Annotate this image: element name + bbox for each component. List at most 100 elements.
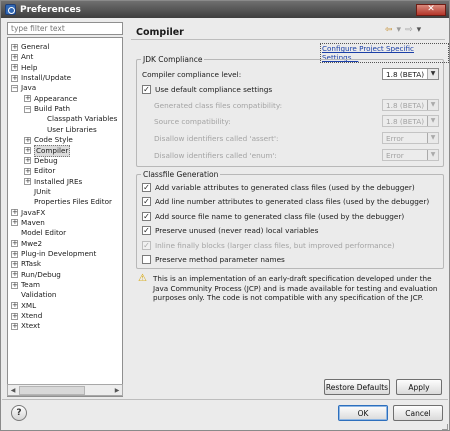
expand-toggle-icon[interactable]: + — [11, 302, 18, 310]
scroll-left-icon[interactable]: ◀ — [8, 386, 18, 395]
tree-item[interactable]: Classpath Variables — [37, 114, 117, 124]
tree-item[interactable]: + XML — [11, 301, 36, 311]
help-icon[interactable]: ? — [11, 405, 27, 421]
tree-item[interactable]: + Installed JREs — [24, 177, 82, 187]
expand-toggle-icon[interactable]: + — [24, 178, 31, 186]
source-compatibility-select: 1.8 (BETA) ▼ — [382, 115, 439, 127]
tree-item-label: Maven — [21, 217, 45, 227]
expand-toggle-icon[interactable]: + — [24, 136, 31, 144]
expand-toggle-icon[interactable]: + — [11, 53, 18, 61]
tree-item[interactable]: + RTask — [11, 259, 41, 269]
expand-toggle-icon[interactable]: + — [11, 322, 18, 330]
forward-arrow-icon[interactable]: ⇨ — [405, 25, 413, 35]
classfile-option-checkbox[interactable]: Add variable attributes to generated cla… — [142, 182, 415, 193]
expand-toggle-icon[interactable]: + — [11, 250, 18, 258]
tree-item[interactable]: − Build Path — [24, 104, 70, 114]
tree-item[interactable]: − Java — [11, 83, 36, 93]
tree-item-label: Run/Debug — [21, 269, 61, 279]
classfile-option-checkbox[interactable]: Add source file name to generated class … — [142, 211, 404, 222]
tree-item[interactable]: + Debug — [24, 156, 58, 166]
use-default-compliance-checkbox[interactable]: Use default compliance settings — [142, 84, 272, 95]
title-bar[interactable]: Preferences ✕ — [1, 1, 449, 18]
tree-item[interactable]: User Libraries — [37, 125, 97, 135]
tree-item[interactable]: + Maven — [11, 218, 45, 228]
checkbox-icon[interactable] — [142, 183, 151, 192]
restore-defaults-button[interactable]: Restore Defaults — [324, 379, 390, 395]
expand-toggle-icon[interactable]: + — [11, 281, 18, 289]
tree-item-label: Plug-in Development — [21, 249, 97, 258]
expand-toggle-icon[interactable]: + — [24, 95, 31, 103]
checkbox-icon[interactable] — [142, 226, 151, 236]
resize-grip-icon[interactable] — [442, 424, 448, 430]
preference-tree[interactable]: + General + Ant + Help + Install/Update − Java + Ap… — [7, 37, 123, 397]
expand-toggle-icon[interactable]: + — [11, 271, 18, 279]
apply-button[interactable]: Apply — [396, 379, 442, 395]
filter-input[interactable] — [7, 22, 123, 35]
tree-item[interactable]: + Team — [11, 280, 40, 290]
expand-toggle-icon[interactable]: + — [24, 147, 31, 154]
tree-item[interactable]: + Mwe2 — [11, 239, 42, 249]
collapse-toggle-icon[interactable]: − — [11, 84, 18, 92]
tree-item[interactable]: + JavaFX — [11, 208, 45, 218]
expand-toggle-icon[interactable]: + — [11, 240, 18, 248]
expand-toggle-icon[interactable]: + — [11, 74, 18, 82]
tree-item[interactable]: + Help — [11, 63, 37, 73]
checkbox-icon[interactable] — [142, 211, 151, 221]
tree-item[interactable]: + Plug-in Development — [11, 249, 96, 259]
tree-item[interactable]: JUnit — [24, 187, 51, 197]
back-menu-icon[interactable]: ▾ — [397, 25, 402, 35]
expand-toggle-icon[interactable]: + — [11, 43, 18, 51]
expand-toggle-icon[interactable]: + — [24, 167, 31, 175]
expand-toggle-icon[interactable]: + — [11, 64, 18, 72]
expand-toggle-icon[interactable]: + — [24, 157, 31, 165]
classfile-option-checkbox[interactable]: Preserve unused (never read) local varia… — [142, 225, 318, 236]
compliance-level-select[interactable]: 1.8 (BETA) ▼ — [382, 68, 439, 80]
page-title: Compiler — [136, 27, 184, 38]
checkbox-icon[interactable] — [142, 85, 151, 94]
tree-item[interactable]: + Appearance — [24, 94, 77, 104]
expand-toggle-icon[interactable]: + — [11, 209, 18, 217]
expand-toggle-icon[interactable]: + — [11, 260, 18, 268]
expand-toggle-icon[interactable]: + — [11, 312, 18, 320]
scroll-thumb[interactable] — [19, 386, 85, 395]
tree-item[interactable]: + Xtext — [11, 321, 40, 331]
tree-item[interactable]: + Install/Update — [11, 73, 71, 83]
disallow-assert-select: Error ▼ — [382, 132, 439, 144]
tree-item[interactable]: + Ant — [11, 52, 33, 62]
tree-item-label: Mwe2 — [21, 238, 43, 248]
tree-item[interactable]: + Compiler — [24, 144, 71, 157]
cancel-button[interactable]: Cancel — [393, 405, 443, 421]
tree-horizontal-scrollbar[interactable]: ◀ ▶ — [7, 384, 123, 396]
dropdown-arrow-icon: ▼ — [427, 69, 438, 79]
tree-item[interactable]: Validation — [11, 290, 57, 300]
classfile-option-label: Inline finally blocks (larger class file… — [155, 240, 395, 250]
back-arrow-icon[interactable]: ⇦ — [385, 25, 393, 35]
checkbox-icon[interactable] — [142, 255, 151, 264]
expand-toggle-icon[interactable]: + — [11, 219, 18, 227]
classfile-option-checkbox[interactable]: Preserve method parameter names — [142, 254, 285, 265]
classfile-generation-legend: Classfile Generation — [143, 170, 219, 179]
tree-item[interactable]: + Run/Debug — [11, 270, 61, 280]
view-menu-icon[interactable]: ▾ — [417, 25, 422, 35]
tree-item[interactable]: + Xtend — [11, 311, 42, 321]
tree-item-label: Model Editor — [21, 228, 67, 238]
scroll-right-icon[interactable]: ▶ — [112, 386, 122, 395]
tree-item[interactable]: + General — [11, 42, 49, 52]
disallow-enum-select: Error ▼ — [382, 149, 439, 161]
tree-item-label: RTask — [21, 259, 41, 269]
panel-sash[interactable] — [126, 37, 129, 397]
tree-item[interactable]: Model Editor — [11, 228, 66, 238]
collapse-toggle-icon[interactable]: − — [24, 105, 31, 113]
generated-class-files-label: Generated class files compatibility: — [154, 101, 283, 110]
tree-item[interactable]: Properties Files Editor — [24, 197, 112, 207]
ok-button[interactable]: OK — [338, 405, 388, 421]
tree-item[interactable]: + Editor — [24, 166, 55, 176]
checkbox-icon[interactable] — [142, 197, 151, 207]
close-icon[interactable]: ✕ — [416, 3, 446, 16]
classfile-option-checkbox[interactable]: Add line number attributes to generated … — [142, 196, 429, 207]
warning-icon: ⚠ — [138, 273, 147, 284]
source-compatibility-label: Source compatibility: — [154, 117, 231, 126]
tree-item-label: Installed JREs — [34, 176, 83, 186]
